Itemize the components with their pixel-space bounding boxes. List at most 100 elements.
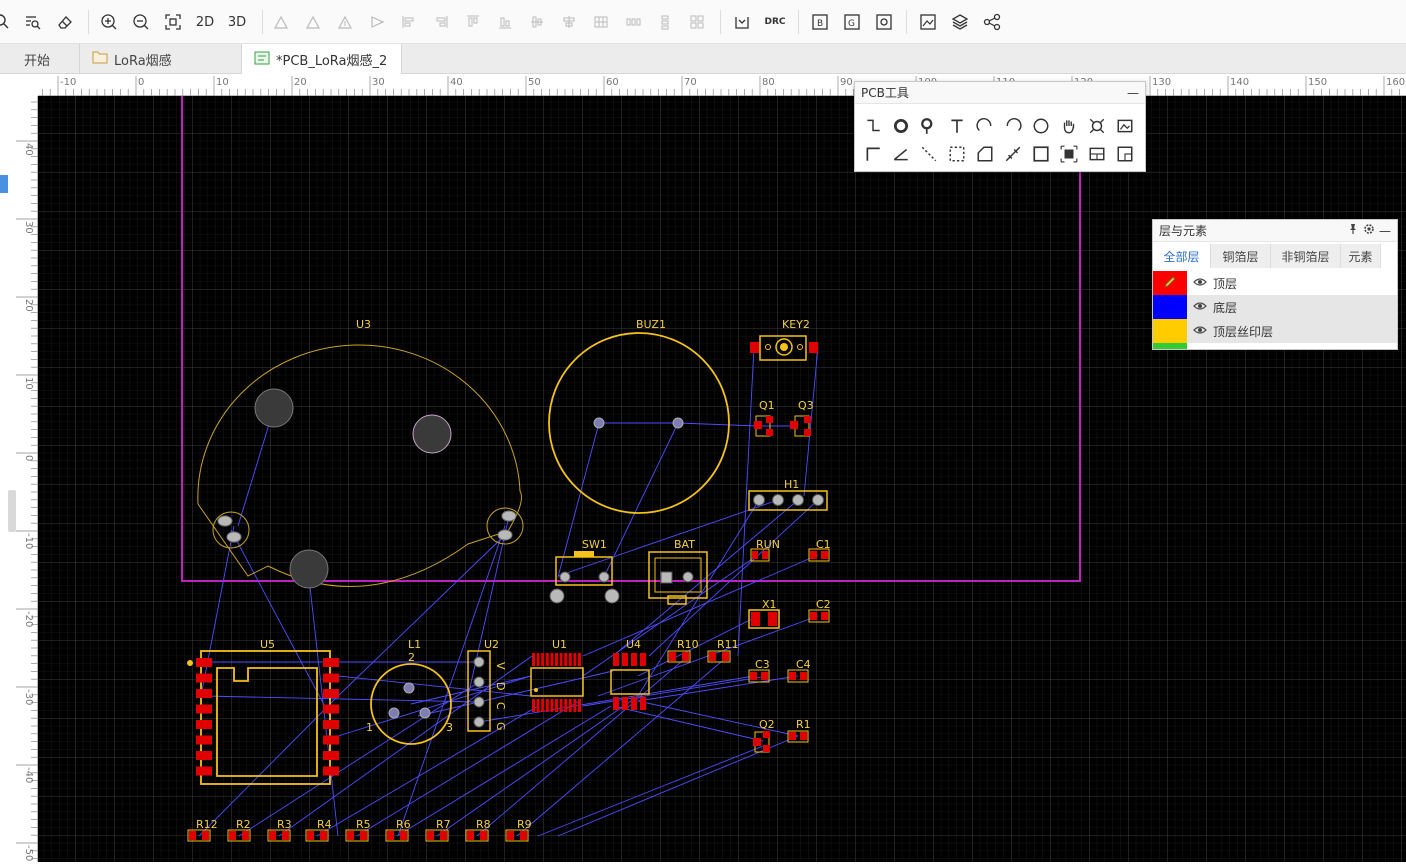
ruler-top[interactable]: -100102030405060708090100110120130140150… (38, 74, 1406, 96)
align-horizontal-icon[interactable] (398, 8, 420, 36)
component-label-c1[interactable]: C1 (816, 538, 831, 551)
component-label-q1[interactable]: Q1 (759, 399, 775, 412)
component-label-q3[interactable]: Q3 (798, 399, 814, 412)
align-bottom-icon[interactable] (366, 8, 388, 36)
component-label-r4[interactable]: R4 (317, 818, 332, 831)
layer-row-top-silk[interactable]: 顶层丝印层 (1153, 319, 1397, 343)
tab-elements[interactable]: 元素 (1341, 244, 1381, 268)
pad-icon[interactable] (889, 114, 913, 138)
component-label-r12[interactable]: R12 (196, 818, 218, 831)
tab-non-copper-layers[interactable]: 非铜箔层 (1271, 244, 1341, 268)
dashed-line-icon[interactable] (917, 142, 941, 166)
minimize-icon[interactable]: — (1379, 224, 1391, 238)
component-label-u1[interactable]: U1 (552, 638, 567, 651)
align-vertical-icon[interactable] (430, 8, 452, 36)
align-left-icon[interactable] (270, 8, 292, 36)
search-icon[interactable] (0, 8, 12, 36)
component-label-buz1[interactable]: BUZ1 (636, 318, 666, 331)
text-icon[interactable] (945, 114, 969, 138)
angle-icon[interactable] (889, 142, 913, 166)
zoom-in-icon[interactable] (98, 8, 120, 36)
eye-icon[interactable] (1187, 324, 1213, 338)
layer-color-swatch[interactable] (1153, 295, 1187, 319)
view-2d-button[interactable]: 2D (192, 8, 218, 36)
component-label-r6[interactable]: R6 (396, 818, 411, 831)
pcb-canvas[interactable]: U3 BUZ1 KEY2 Q1 Q3 H1 SW1 BAT RUN C1 X1 C2 U5 L1 U2 U1 U… (38, 96, 1406, 862)
find-icon[interactable] (22, 8, 44, 36)
component-label-u4[interactable]: U4 (626, 638, 641, 651)
eraser-icon[interactable] (54, 8, 76, 36)
gear-icon[interactable] (1363, 223, 1375, 238)
import-changes-icon[interactable] (730, 8, 754, 36)
eye-icon[interactable] (1187, 300, 1213, 314)
component-label-l1[interactable]: L1 (408, 638, 421, 651)
component-label-bat[interactable]: BAT (674, 538, 695, 551)
component-label-l1_pin3[interactable]: 3 (446, 721, 453, 734)
component-label-l1_pin1[interactable]: 1 (366, 721, 373, 734)
tab-project[interactable]: LoRa烟感 (80, 44, 242, 74)
component-label-c3[interactable]: C3 (755, 658, 770, 671)
component-label-run[interactable]: RUN (756, 538, 780, 551)
track-icon[interactable] (861, 142, 885, 166)
component-label-r10[interactable]: R10 (677, 638, 699, 651)
pick-place-icon[interactable] (872, 8, 896, 36)
component-label-x1[interactable]: X1 (762, 598, 777, 611)
via-icon[interactable] (917, 114, 941, 138)
snap-grid-icon[interactable] (686, 8, 708, 36)
tab-all-layers[interactable]: 全部层 (1153, 244, 1211, 268)
arc-icon[interactable] (973, 114, 997, 138)
component-label-r8[interactable]: R8 (476, 818, 491, 831)
tab-copper-layers[interactable]: 铜箔层 (1211, 244, 1271, 268)
layer-color-swatch[interactable] (1153, 319, 1187, 343)
board-frame-icon[interactable] (1113, 142, 1137, 166)
distribute-v-icon[interactable] (654, 8, 676, 36)
align-top-icon[interactable] (334, 8, 356, 36)
component-label-h1[interactable]: H1 (784, 478, 799, 491)
view-3d-button[interactable]: 3D (224, 8, 250, 36)
align-top-edge-icon[interactable] (462, 8, 484, 36)
drc-button[interactable]: DRC (762, 8, 788, 36)
component-label-l1_pin2[interactable]: 2 (408, 651, 415, 664)
polygon-icon[interactable] (973, 142, 997, 166)
layer-row-top[interactable]: 顶层 (1153, 271, 1397, 295)
distribute-grid-icon[interactable] (590, 8, 612, 36)
align-bottom-edge-icon[interactable] (494, 8, 516, 36)
tab-start[interactable]: 开始 (12, 44, 80, 74)
zoom-out-icon[interactable] (130, 8, 152, 36)
component-label-r1[interactable]: R1 (796, 718, 811, 731)
component-label-q2[interactable]: Q2 (759, 718, 775, 731)
component-label-key2[interactable]: KEY2 (782, 318, 810, 331)
pcb-tools-titlebar[interactable]: PCB工具 — (855, 82, 1145, 104)
pan-hand-icon[interactable] (1057, 114, 1081, 138)
wire-icon[interactable] (861, 114, 885, 138)
image-icon[interactable] (916, 8, 940, 36)
bom-icon[interactable]: B (808, 8, 832, 36)
share-icon[interactable] (980, 8, 1004, 36)
eye-icon[interactable] (1187, 276, 1213, 290)
layers-titlebar[interactable]: 层与元素 — (1153, 220, 1397, 242)
component-label-c2[interactable]: C2 (816, 598, 831, 611)
tab-pcb[interactable]: *PCB_LoRa烟感_2 (242, 44, 402, 75)
image-icon[interactable] (1113, 114, 1137, 138)
circle-arc-icon[interactable] (1001, 114, 1025, 138)
layer-color-swatch[interactable] (1153, 271, 1187, 295)
circle-icon[interactable] (1029, 114, 1053, 138)
component-label-r7[interactable]: R7 (436, 818, 451, 831)
align-right-icon[interactable] (302, 8, 324, 36)
dimension-icon[interactable] (1001, 142, 1025, 166)
fit-view-icon[interactable] (162, 8, 184, 36)
component-label-r3[interactable]: R3 (277, 818, 292, 831)
align-center-v-icon[interactable] (526, 8, 548, 36)
component-label-sw1[interactable]: SW1 (582, 538, 607, 551)
connector-icon[interactable] (1085, 142, 1109, 166)
component-label-r11[interactable]: R11 (717, 638, 739, 651)
component-label-r5[interactable]: R5 (356, 818, 371, 831)
component-label-r9[interactable]: R9 (517, 818, 532, 831)
hole-icon[interactable] (1085, 114, 1109, 138)
gerber-icon[interactable]: G (840, 8, 864, 36)
component-label-u2[interactable]: U2 (484, 638, 499, 651)
component-label-r2[interactable]: R2 (236, 818, 251, 831)
component-label-c4[interactable]: C4 (796, 658, 811, 671)
distribute-h-icon[interactable] (622, 8, 644, 36)
pin-icon[interactable] (1347, 223, 1359, 238)
